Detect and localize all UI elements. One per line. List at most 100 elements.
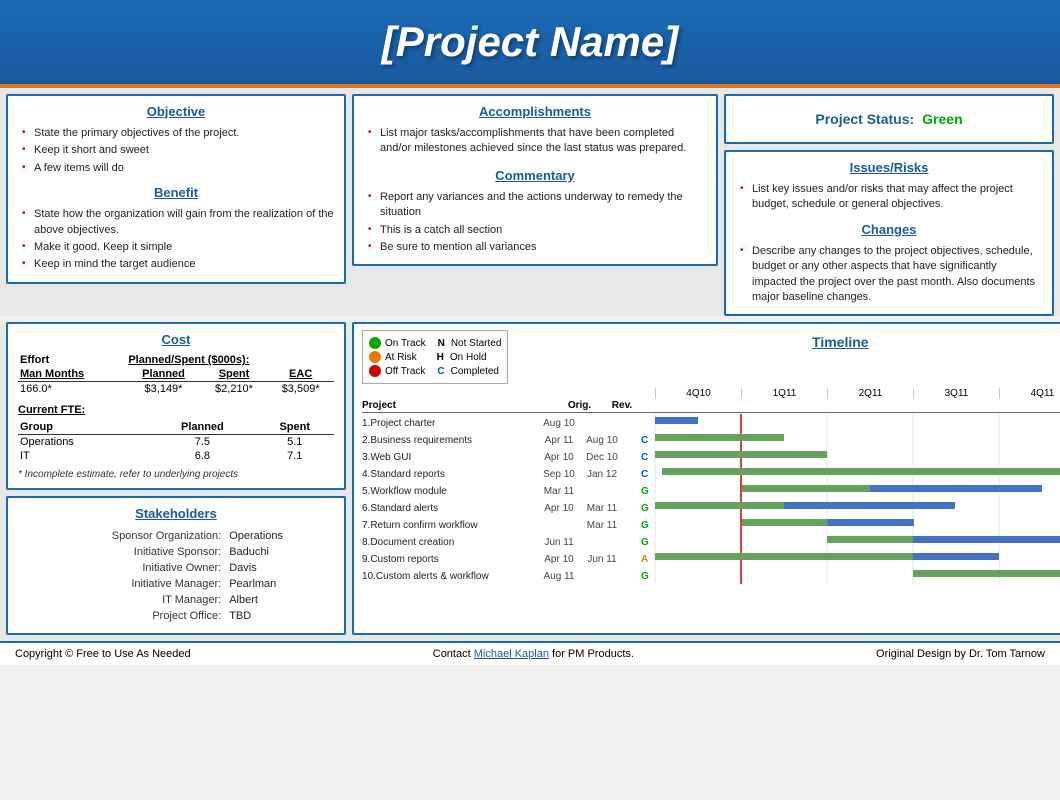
completed-label: Completed bbox=[451, 366, 499, 377]
benefit-item: State how the organization will gain fro… bbox=[22, 206, 334, 239]
cost-val-2: $2,210* bbox=[201, 382, 268, 397]
cost-card: Cost Effort Planned/Spent ($000s): Man M… bbox=[6, 322, 346, 490]
accomplishments-card: Accomplishments List major tasks/accompl… bbox=[352, 94, 718, 266]
svg-text:C: C bbox=[641, 435, 648, 446]
gantt-col-1q11: 1Q11 bbox=[741, 388, 827, 399]
fte-row1-spent: 5.1 bbox=[256, 435, 334, 450]
svg-text:Apr 11: Apr 11 bbox=[545, 435, 574, 446]
project-status-value: Green bbox=[922, 111, 962, 127]
cost-col-3: EAC bbox=[267, 367, 334, 382]
issues-risks-card: Issues/Risks List key issues and/or risk… bbox=[724, 150, 1054, 316]
svg-text:5.Workflow module: 5.Workflow module bbox=[362, 486, 447, 497]
stakeholder-value: Baduchi bbox=[226, 545, 332, 559]
stakeholder-label: IT Manager: bbox=[20, 593, 224, 607]
svg-text:1.Project charter: 1.Project charter bbox=[362, 418, 436, 429]
stakeholder-row: Initiative Owner: Davis bbox=[20, 561, 332, 575]
stakeholder-value: TBD bbox=[226, 609, 332, 623]
stakeholders-title: Stakeholders bbox=[18, 506, 334, 521]
objective-list: State the primary objectives of the proj… bbox=[18, 125, 334, 177]
svg-text:Aug 10: Aug 10 bbox=[543, 418, 575, 429]
fte-row2-group: IT bbox=[18, 449, 149, 463]
stakeholder-value: Operations bbox=[226, 529, 332, 543]
objective-title: Objective bbox=[18, 104, 334, 119]
at-risk-label: At Risk bbox=[385, 352, 417, 363]
on-hold-label: On Hold bbox=[450, 352, 487, 363]
fte-header-group: Group bbox=[18, 420, 149, 435]
svg-text:Apr 10: Apr 10 bbox=[544, 452, 574, 463]
benefit-title: Benefit bbox=[18, 185, 334, 200]
contact-suffix: for PM Products. bbox=[552, 648, 634, 660]
orange-dot bbox=[369, 351, 381, 363]
svg-text:9.Custom reports: 9.Custom reports bbox=[362, 554, 439, 565]
svg-text:A: A bbox=[641, 554, 648, 565]
gantt-col-4q10: 4Q10 bbox=[655, 388, 741, 399]
commentary-item: This is a catch all section bbox=[368, 222, 706, 239]
svg-text:10.Custom alerts & workflow: 10.Custom alerts & workflow bbox=[362, 571, 489, 582]
svg-text:Mar 11: Mar 11 bbox=[587, 520, 618, 531]
stakeholder-label: Project Office: bbox=[20, 609, 224, 623]
fte-row2-spent: 7.1 bbox=[256, 449, 334, 463]
on-hold-h: H bbox=[437, 352, 444, 363]
footer: Copyright © Free to Use As Needed Contac… bbox=[0, 641, 1060, 665]
page-title: [Project Name] bbox=[10, 18, 1050, 66]
project-status-card: Project Status: Green bbox=[724, 94, 1054, 144]
fte-header-planned: Planned bbox=[149, 420, 255, 435]
contact-link[interactable]: Michael Kaplan bbox=[474, 648, 549, 660]
cost-col-2: Spent bbox=[201, 367, 268, 382]
svg-text:G: G bbox=[641, 486, 649, 497]
svg-text:Sep 10: Sep 10 bbox=[543, 469, 575, 480]
stakeholders-card: Stakeholders Sponsor Organization: Opera… bbox=[6, 496, 346, 635]
svg-text:Aug 11: Aug 11 bbox=[544, 571, 575, 582]
effort-label: Effort bbox=[18, 353, 126, 367]
issues-risks-item: List key issues and/or risks that may af… bbox=[740, 181, 1042, 214]
contact-section: Contact Michael Kaplan for PM Products. bbox=[433, 648, 634, 660]
svg-text:Apr 10: Apr 10 bbox=[544, 503, 574, 514]
timeline-title: Timeline bbox=[812, 334, 869, 350]
cost-val-0: 166.0* bbox=[18, 382, 126, 397]
stakeholder-row: IT Manager: Albert bbox=[20, 593, 332, 607]
svg-text:Apr 10: Apr 10 bbox=[544, 554, 574, 565]
green-dot bbox=[369, 337, 381, 349]
svg-text:G: G bbox=[641, 503, 649, 514]
gantt-status-header bbox=[642, 400, 655, 411]
cost-note: * Incomplete estimate, refer to underlyi… bbox=[18, 469, 334, 480]
cost-title: Cost bbox=[18, 332, 334, 347]
svg-text:Jun 11: Jun 11 bbox=[544, 537, 574, 548]
stakeholder-value: Pearlman bbox=[226, 577, 332, 591]
accomplishments-item: List major tasks/accomplishments that ha… bbox=[368, 125, 706, 158]
stakeholder-label: Sponsor Organization: bbox=[20, 529, 224, 543]
on-track-label: On Track bbox=[385, 338, 426, 349]
copyright-text: Copyright © Free to Use As Needed bbox=[15, 648, 191, 660]
cost-col-1: Planned bbox=[126, 367, 200, 382]
project-status-label: Project Status: bbox=[815, 111, 914, 127]
fte-row2-planned: 6.8 bbox=[149, 449, 255, 463]
issues-risks-list: List key issues and/or risks that may af… bbox=[736, 181, 1042, 214]
gantt-rev-header: Rev. bbox=[602, 400, 642, 411]
not-started-n: N bbox=[438, 338, 445, 349]
stakeholders-table: Sponsor Organization: Operations Initiat… bbox=[18, 527, 334, 625]
gantt-col-4q11: 4Q11 bbox=[999, 388, 1060, 399]
objective-item: State the primary objectives of the proj… bbox=[22, 125, 334, 142]
gantt-project-header: Project bbox=[362, 400, 557, 411]
commentary-item: Report any variances and the actions und… bbox=[368, 189, 706, 222]
svg-text:Mar 11: Mar 11 bbox=[587, 503, 618, 514]
stakeholder-value: Albert bbox=[226, 593, 332, 607]
svg-text:3.Web GUI: 3.Web GUI bbox=[362, 452, 411, 463]
svg-text:C: C bbox=[641, 469, 648, 480]
contact-prefix: Contact bbox=[433, 648, 471, 660]
completed-c: C bbox=[437, 366, 444, 377]
fte-row1-group: Operations bbox=[18, 435, 149, 450]
timeline-card: On Track N Not Started At Risk H On Hold… bbox=[352, 322, 1060, 635]
svg-text:Jun 11: Jun 11 bbox=[587, 554, 617, 565]
fte-header-spent: Spent bbox=[256, 420, 334, 435]
stakeholder-value: Davis bbox=[226, 561, 332, 575]
changes-title: Changes bbox=[736, 222, 1042, 237]
stakeholder-label: Initiative Sponsor: bbox=[20, 545, 224, 559]
objective-card: Objective State the primary objectives o… bbox=[6, 94, 346, 284]
commentary-list: Report any variances and the actions und… bbox=[364, 189, 706, 257]
svg-text:8.Document creation: 8.Document creation bbox=[362, 537, 454, 548]
stakeholder-label: Initiative Manager: bbox=[20, 577, 224, 591]
svg-text:2.Business requirements: 2.Business requirements bbox=[362, 435, 472, 446]
gantt-header-row: Project Orig. Rev. bbox=[362, 400, 1060, 413]
svg-text:7.Return confirm workflow: 7.Return confirm workflow bbox=[362, 520, 478, 531]
